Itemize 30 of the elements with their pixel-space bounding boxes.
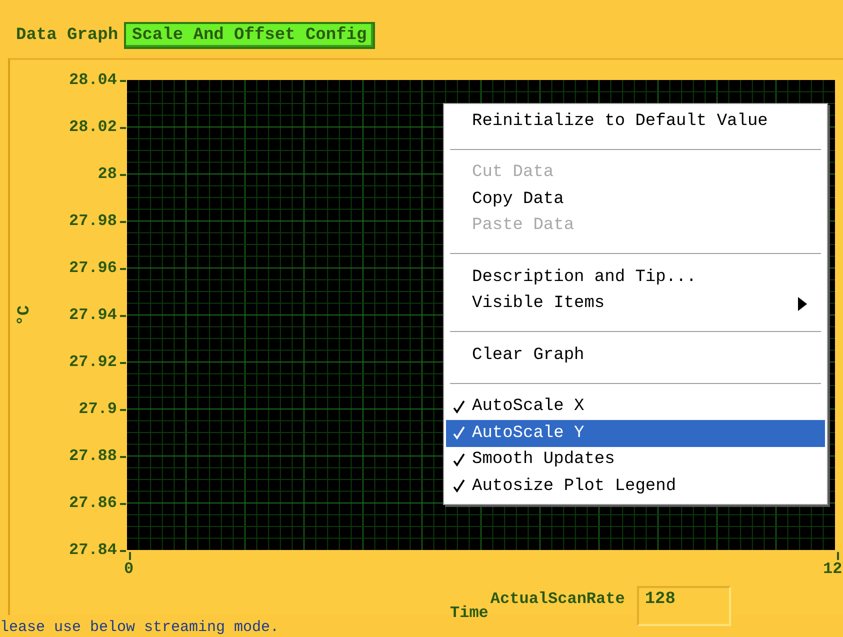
- menu-item[interactable]: AutoScale Y: [446, 420, 825, 446]
- menu-item[interactable]: Autosize Plot Legend: [446, 473, 825, 500]
- status-text: lease use below streaming mode.: [0, 619, 280, 636]
- tick-label: 27.84: [68, 540, 117, 560]
- menu-item[interactable]: AutoScale X: [446, 394, 825, 420]
- menu-item[interactable]: Reinitialize to Default Value: [446, 108, 825, 134]
- axis-label: °C: [16, 304, 34, 326]
- tick-label: 27.94: [68, 305, 117, 325]
- tick-label: 27.98: [68, 211, 117, 231]
- tick-label: 27.92: [68, 352, 117, 372]
- tick-label: 28.02: [68, 117, 117, 137]
- tick-label: 27.96: [68, 258, 117, 278]
- tick-label: 27.9: [78, 399, 117, 419]
- tick-label: 12: [823, 560, 842, 578]
- menu-item[interactable]: Description and Tip...: [446, 264, 825, 290]
- tick-label: 27.86: [68, 493, 117, 513]
- tick-label: 0: [124, 560, 134, 578]
- tick-label: 27.88: [68, 446, 117, 466]
- tab[interactable]: Scale And Offset Config: [124, 22, 375, 48]
- submenu-arrow-icon: [798, 296, 807, 311]
- menu-item[interactable]: Clear Graph: [446, 342, 825, 368]
- menu-item[interactable]: Smooth Updates: [446, 446, 825, 473]
- tick-label: 28.04: [68, 70, 117, 90]
- menu-item[interactable]: Copy Data: [446, 186, 825, 212]
- scan-rate-field[interactable]: 128: [636, 586, 731, 626]
- tick-label: 28: [98, 164, 117, 184]
- tab[interactable]: Data Graph: [16, 22, 118, 48]
- axis-label: Time: [450, 604, 488, 622]
- menu-item[interactable]: Visible Items: [446, 290, 825, 317]
- field-label: ActualScanRate: [490, 590, 625, 608]
